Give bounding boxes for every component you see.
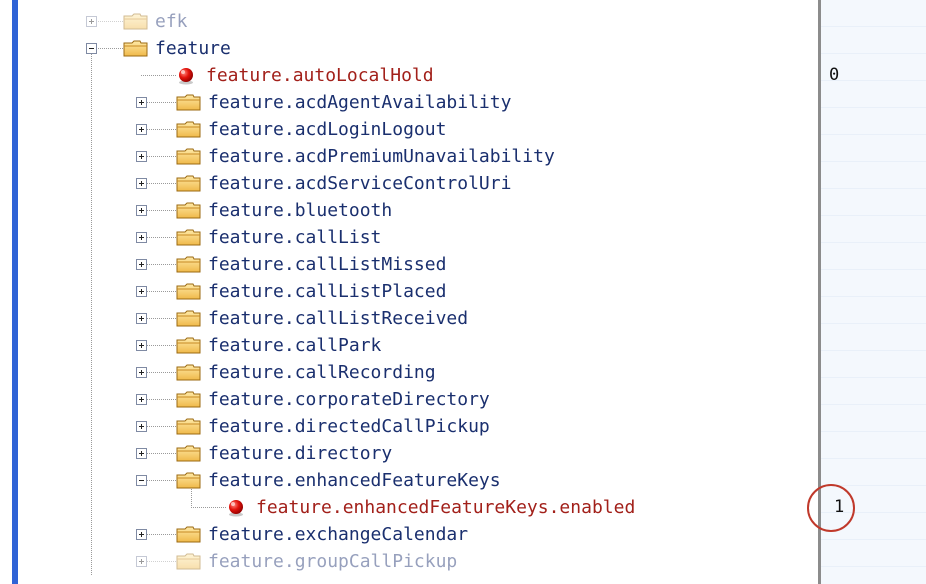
tree-folder-row[interactable]: feature.directory: [18, 440, 818, 467]
expand-toggle-icon[interactable]: [136, 421, 147, 432]
tree-connector-line: [191, 507, 226, 508]
tree-folder-row[interactable]: feature.acdLoginLogout: [18, 116, 818, 143]
tree-setting-row[interactable]: feature.autoLocalHold: [18, 62, 818, 89]
tree-folder-row[interactable]: feature: [18, 35, 818, 62]
tree-node-label[interactable]: feature.callList: [208, 224, 381, 251]
tree-node-label[interactable]: feature.acdServiceControlUri: [208, 170, 511, 197]
tree-folder-row[interactable]: feature.callListReceived: [18, 305, 818, 332]
folder-icon: [176, 202, 202, 219]
tree-node-label[interactable]: feature.callPark: [208, 332, 381, 359]
tree-folder-row[interactable]: feature.callRecording: [18, 359, 818, 386]
collapse-toggle-icon[interactable]: [136, 475, 147, 486]
tree-folder-row[interactable]: feature.directedCallPickup: [18, 413, 818, 440]
tree-folder-row[interactable]: feature.exchangeCalendar: [18, 521, 818, 548]
expand-toggle-icon[interactable]: [136, 367, 147, 378]
tree-node-label[interactable]: feature: [155, 35, 231, 62]
tree-node-label[interactable]: feature.acdPremiumUnavailability: [208, 143, 555, 170]
tree-node-label[interactable]: feature.directory: [208, 440, 392, 467]
folder-icon: [123, 13, 149, 30]
tree-node-label[interactable]: feature.callListMissed: [208, 251, 446, 278]
folder-icon: [176, 337, 202, 354]
folder-icon: [176, 418, 202, 435]
folder-icon: [176, 472, 202, 489]
tree-folder-row[interactable]: feature.corporateDirectory: [18, 386, 818, 413]
folder-icon: [176, 175, 202, 192]
folder-icon: [176, 94, 202, 111]
tree-folder-row[interactable]: efk: [18, 8, 818, 35]
tree-node-label[interactable]: feature.directedCallPickup: [208, 413, 490, 440]
tree-folder-row[interactable]: feature.enhancedFeatureKeys: [18, 467, 818, 494]
expand-toggle-icon[interactable]: [86, 16, 97, 27]
folder-icon: [176, 256, 202, 273]
folder-icon: [176, 283, 202, 300]
red-ball-icon: [176, 67, 196, 85]
tree-connector-line: [141, 75, 176, 76]
value-highlight-circle: [807, 483, 855, 532]
expand-toggle-icon[interactable]: [136, 205, 147, 216]
tree-node-label[interactable]: feature.acdLoginLogout: [208, 116, 446, 143]
expand-toggle-icon[interactable]: [136, 448, 147, 459]
tree-node-label[interactable]: feature.autoLocalHold: [206, 62, 434, 89]
tree-folder-row[interactable]: feature.bluetooth: [18, 197, 818, 224]
red-ball-icon: [226, 499, 246, 517]
tree-node-label[interactable]: efk: [155, 8, 188, 35]
tree-node-label[interactable]: feature.callListReceived: [208, 305, 468, 332]
tree-folder-row[interactable]: feature.acdServiceControlUri: [18, 170, 818, 197]
config-tree-window: efk feature feature.autoLocalHold feature.a…: [0, 0, 926, 584]
tree-folder-row[interactable]: feature.groupCallPickup: [18, 548, 818, 575]
folder-icon: [176, 121, 202, 138]
tree-folder-row[interactable]: feature.callList: [18, 224, 818, 251]
folder-icon: [176, 229, 202, 246]
tree-node-label[interactable]: feature.bluetooth: [208, 197, 392, 224]
tree-node-label[interactable]: feature.enhancedFeatureKeys.enabled: [256, 494, 635, 521]
expand-toggle-icon[interactable]: [136, 556, 147, 567]
expand-toggle-icon[interactable]: [136, 178, 147, 189]
expand-toggle-icon[interactable]: [136, 259, 147, 270]
tree-folder-row[interactable]: feature.acdAgentAvailability: [18, 89, 818, 116]
folder-icon: [176, 445, 202, 462]
tree-pane[interactable]: efk feature feature.autoLocalHold feature.a…: [18, 0, 818, 584]
setting-value[interactable]: 1: [834, 494, 844, 521]
folder-icon: [176, 526, 202, 543]
tree-node-label[interactable]: feature.corporateDirectory: [208, 386, 490, 413]
tree-folder-row[interactable]: feature.callListMissed: [18, 251, 818, 278]
folder-icon: [176, 391, 202, 408]
expand-toggle-icon[interactable]: [136, 286, 147, 297]
expand-toggle-icon[interactable]: [136, 529, 147, 540]
expand-toggle-icon[interactable]: [136, 124, 147, 135]
expand-toggle-icon[interactable]: [136, 313, 147, 324]
tree-node-label[interactable]: feature.acdAgentAvailability: [208, 89, 511, 116]
tree-node-label[interactable]: feature.groupCallPickup: [208, 548, 457, 575]
folder-icon: [176, 310, 202, 327]
tree-node-label[interactable]: feature.callListPlaced: [208, 278, 446, 305]
tree-node-label[interactable]: feature.callRecording: [208, 359, 436, 386]
tree-node-label[interactable]: feature.enhancedFeatureKeys: [208, 467, 501, 494]
tree-folder-row[interactable]: feature.acdPremiumUnavailability: [18, 143, 818, 170]
folder-icon: [123, 40, 149, 57]
tree-folder-row[interactable]: feature.callPark: [18, 332, 818, 359]
collapse-toggle-icon[interactable]: [86, 43, 97, 54]
folder-icon: [176, 364, 202, 381]
expand-toggle-icon[interactable]: [136, 394, 147, 405]
tree-folder-row[interactable]: feature.callListPlaced: [18, 278, 818, 305]
tree-setting-row[interactable]: feature.enhancedFeatureKeys.enabled: [18, 494, 818, 521]
folder-icon: [176, 553, 202, 570]
expand-toggle-icon[interactable]: [136, 340, 147, 351]
tree-node-label[interactable]: feature.exchangeCalendar: [208, 521, 468, 548]
setting-value[interactable]: 0: [829, 62, 839, 89]
expand-toggle-icon[interactable]: [136, 151, 147, 162]
expand-toggle-icon[interactable]: [136, 97, 147, 108]
expand-toggle-icon[interactable]: [136, 232, 147, 243]
folder-icon: [176, 148, 202, 165]
